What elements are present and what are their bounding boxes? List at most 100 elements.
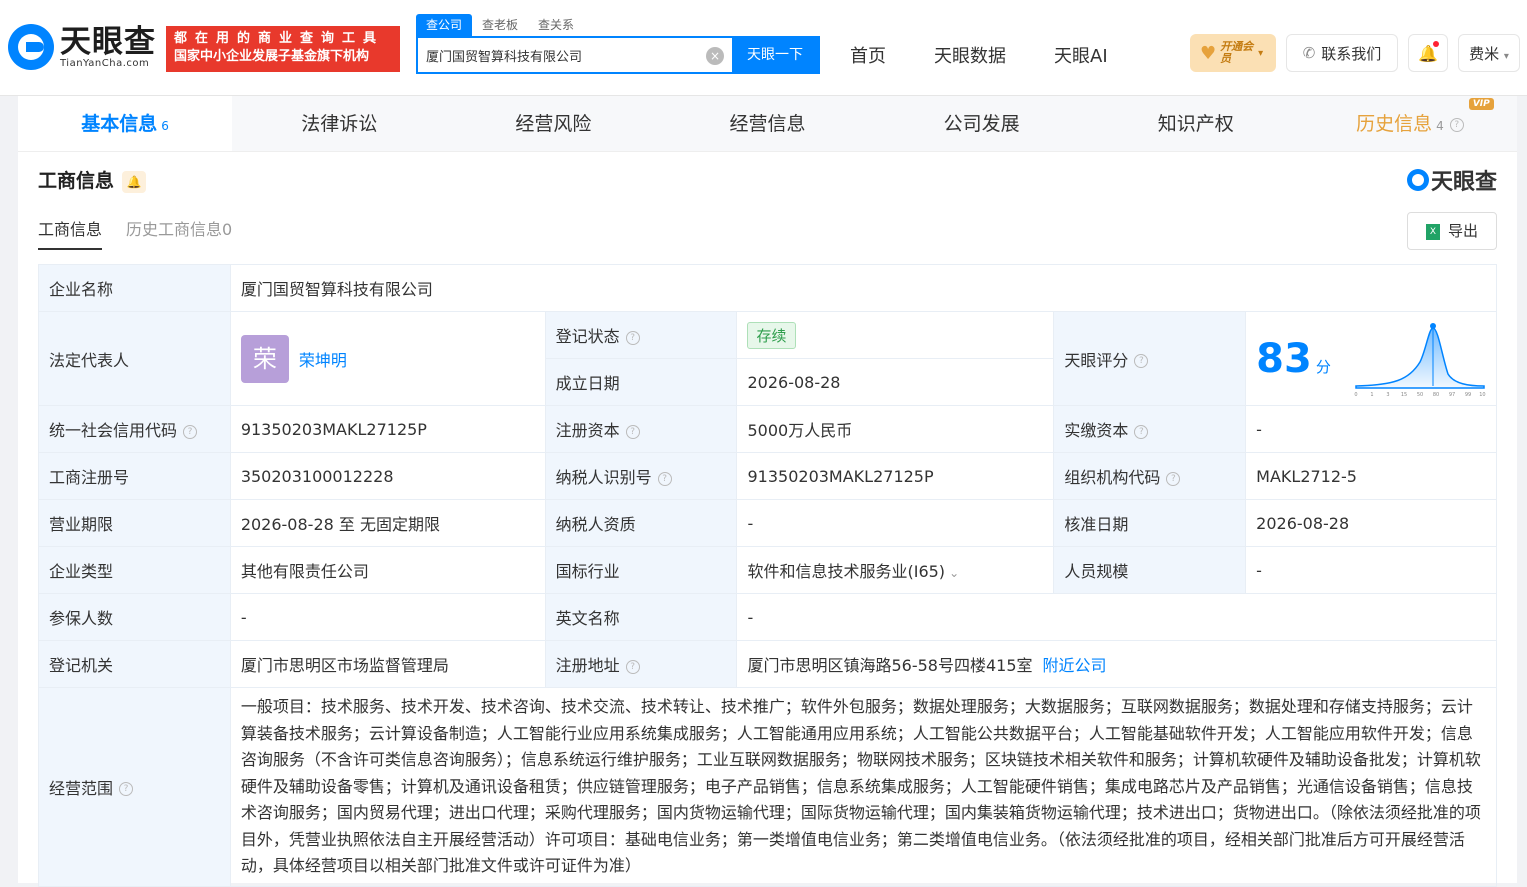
credit-code-label: 统一社会信用代码	[49, 421, 178, 440]
scope-label-cell: 经营范围?	[38, 687, 231, 887]
tab-ip[interactable]: 知识产权	[1089, 96, 1303, 151]
subtab-history-business-info[interactable]: 历史工商信息0	[126, 216, 232, 250]
table-row: 营业期限 2026-08-28 至 无固定期限 纳税人资质 - 核准日期 202…	[38, 499, 1497, 547]
search-tab-boss[interactable]: 查老板	[472, 14, 528, 36]
legal-rep-link[interactable]: 荣坤明	[299, 351, 347, 370]
type-value: 其他有限责任公司	[229, 546, 546, 594]
industry-cell[interactable]: 软件和信息技术服务业(I65) ⌄	[736, 546, 1055, 594]
help-icon[interactable]: ?	[625, 330, 640, 345]
address-label: 注册地址	[555, 656, 620, 675]
help-icon[interactable]: ?	[119, 782, 134, 797]
export-button[interactable]: X 导出	[1407, 212, 1497, 250]
reg-no-label: 工商注册号	[38, 452, 231, 500]
help-icon[interactable]: ?	[1449, 117, 1464, 132]
score-tick-label: 80	[1433, 392, 1439, 398]
help-icon[interactable]: ?	[1134, 354, 1149, 368]
address-cell: 厦门市思明区镇海路56-58号四楼415室 附近公司	[736, 640, 1497, 688]
contact-button[interactable]: ✆ 联系我们	[1286, 34, 1398, 72]
reg-status-label: 登记状态	[555, 327, 620, 346]
authority-value: 厦门市思明区市场监督管理局	[229, 640, 546, 688]
score-tick-label: 3	[1387, 392, 1390, 398]
taxpayer-qual-label: 纳税人资质	[544, 499, 738, 547]
score-label: 天眼评分	[1064, 350, 1129, 370]
search-tabs: 查公司 查老板 查关系	[416, 14, 584, 36]
export-label: 导出	[1447, 222, 1478, 240]
address-value: 厦门市思明区镇海路56-58号四楼415室	[747, 656, 1033, 675]
reg-no-value: 350203100012228	[229, 452, 546, 500]
taxpayer-qual-value: -	[736, 499, 1055, 547]
search-input[interactable]	[418, 38, 698, 72]
brand-logo-icon	[1406, 169, 1429, 191]
nav-home[interactable]: 首页	[850, 42, 886, 68]
subscribe-bell-icon[interactable]: 🔔	[122, 170, 147, 193]
notification-button[interactable]: 🔔	[1408, 34, 1448, 72]
contact-label: 联系我们	[1321, 44, 1382, 63]
heart-icon: ♥	[1200, 42, 1217, 64]
detail-tabs: 基本信息 6 法律诉讼 经营风险 经营信息 公司发展 知识产权 VIP 历史信息 4?	[18, 96, 1517, 152]
vip-label: 开通会员	[1220, 40, 1254, 65]
user-name: 费米	[1469, 45, 1500, 63]
nav-ai[interactable]: 天眼AI	[1054, 42, 1108, 68]
reg-capital-label-cell: 注册资本?	[544, 405, 738, 453]
founded-value: 2026-08-28	[736, 358, 1055, 406]
chevron-down-icon: ⌄	[949, 566, 960, 580]
tab-label: 公司发展	[943, 113, 1020, 135]
slogan-line2: 国家中小企业发展子基金旗下机构	[174, 49, 370, 64]
taxpayer-id-label-cell: 纳税人识别号?	[544, 452, 738, 500]
logo[interactable]: 天眼查 TianYanCha.com	[8, 24, 156, 70]
search-button[interactable]: 天眼一下	[732, 38, 818, 72]
tab-history[interactable]: VIP 历史信息 4?	[1303, 96, 1517, 151]
en-name-value: -	[736, 593, 1497, 641]
subtab-business-info[interactable]: 工商信息	[38, 216, 103, 250]
tab-operations[interactable]: 经营信息	[660, 96, 874, 151]
tab-basic-info[interactable]: 基本信息 6	[18, 96, 233, 151]
nearby-companies-link[interactable]: 附近公司	[1043, 656, 1107, 675]
slogan-line1: 都在用的商业查询工具	[174, 31, 385, 46]
clear-icon[interactable]: ×	[706, 47, 724, 65]
table-row: 企业名称 厦门国贸智算科技有限公司	[38, 264, 1498, 312]
tab-litigation[interactable]: 法律诉讼	[232, 96, 446, 151]
user-menu[interactable]: 费米 ▾	[1458, 34, 1520, 72]
help-icon[interactable]: ?	[625, 424, 640, 439]
industry-label: 国标行业	[544, 546, 738, 594]
help-icon[interactable]: ?	[657, 471, 672, 486]
term-value: 2026-08-28 至 无固定期限	[229, 499, 546, 547]
taxpayer-id-value: 91350203MAKL27125P	[736, 452, 1055, 500]
founded-label: 成立日期	[544, 358, 738, 406]
nav-data[interactable]: 天眼数据	[934, 42, 1006, 68]
table-row: 统一社会信用代码? 91350203MAKL27125P 注册资本? 5000万…	[38, 405, 1497, 453]
org-code-value: MAKL2712-5	[1245, 452, 1497, 500]
notification-dot	[1433, 41, 1439, 47]
search-tab-company[interactable]: 查公司	[416, 14, 473, 36]
help-icon[interactable]: ?	[1166, 471, 1181, 486]
score-unit: 分	[1315, 357, 1331, 376]
main-panel: 基本信息 6 法律诉讼 经营风险 经营信息 公司发展 知识产权 VIP 历史信息 4?…	[18, 96, 1517, 887]
score-tick-label: 50	[1417, 392, 1423, 398]
tab-label: 经营信息	[729, 113, 806, 135]
industry-value: 软件和信息技术服务业(I65)	[747, 562, 946, 581]
vip-button[interactable]: ♥ 开通会员 ▾	[1190, 34, 1276, 72]
score-label-cell: 天眼评分?	[1053, 311, 1247, 406]
score-tick-label: 99	[1465, 392, 1471, 398]
score-tick-label: 1	[1371, 392, 1374, 398]
tab-label: 经营风险	[515, 113, 592, 135]
help-icon[interactable]: ?	[625, 659, 640, 674]
staff-value: -	[1245, 546, 1497, 594]
table-row: 企业类型 其他有限责任公司 国标行业 软件和信息技术服务业(I65) ⌄ 人员规模…	[38, 546, 1497, 594]
table-row: 工商注册号 350203100012228 纳税人识别号? 91350203MA…	[38, 452, 1497, 500]
help-icon[interactable]: ?	[183, 424, 198, 439]
search-tab-relation[interactable]: 查关系	[528, 14, 584, 36]
tab-label: 基本信息	[81, 113, 158, 135]
tab-label: 历史信息	[1356, 113, 1433, 135]
score-marker-dot	[1430, 323, 1437, 329]
tab-risk[interactable]: 经营风险	[446, 96, 660, 151]
help-icon[interactable]: ?	[1134, 424, 1149, 439]
brand-watermark: 天眼查	[1406, 164, 1497, 196]
tab-development[interactable]: 公司发展	[875, 96, 1089, 151]
org-code-label-cell: 组织机构代码?	[1053, 452, 1247, 500]
score-distribution-chart: 0 1 3 15 50 80 97 99 100	[1355, 323, 1486, 398]
score-cell[interactable]: 83分 0 1 3 15 50 80 97 99 100	[1245, 311, 1497, 406]
logo-domain: TianYanCha.com	[60, 57, 150, 69]
table-row: 登记机关 厦门市思明区市场监督管理局 注册地址? 厦门市思明区镇海路56-58号…	[38, 640, 1497, 688]
scope-value: 一般项目：技术服务、技术开发、技术咨询、技术交流、技术转让、技术推广；软件外包服…	[229, 687, 1498, 887]
